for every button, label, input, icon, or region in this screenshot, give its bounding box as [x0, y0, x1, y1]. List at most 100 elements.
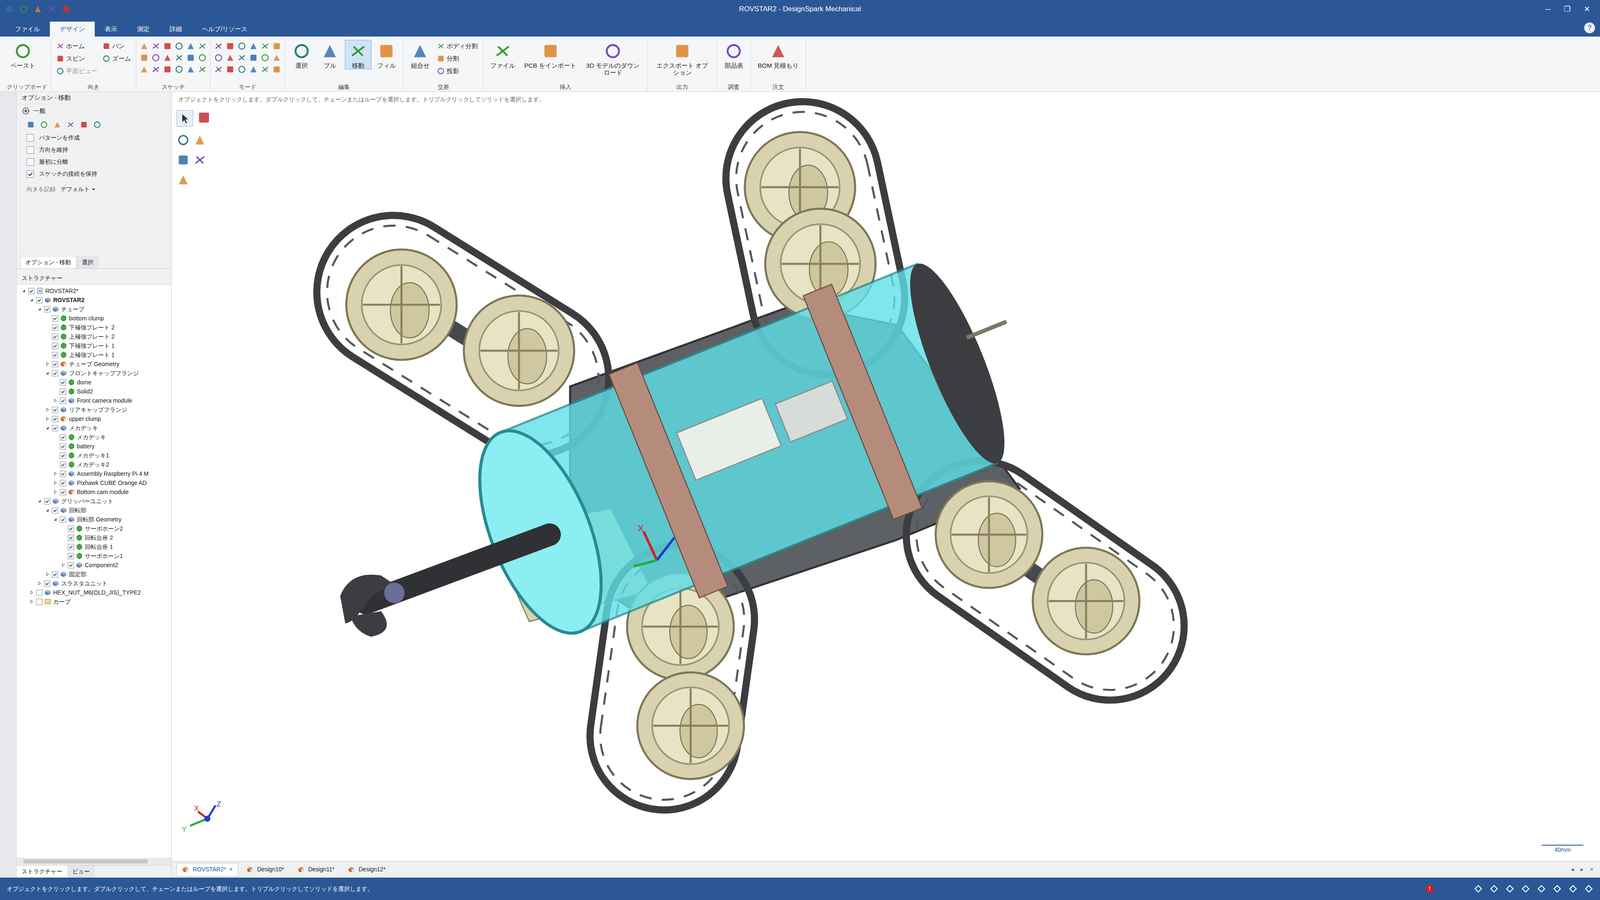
ribbon-small-tool[interactable]: パン [100, 39, 133, 53]
tree-item[interactable]: 下補強プレート 1 [16, 341, 172, 351]
tree-item[interactable]: チューブ [16, 304, 172, 314]
tree-item[interactable]: メカデッキ2 [16, 459, 172, 470]
tree-item[interactable]: ROVSTAR2 [16, 295, 172, 305]
collapsed-icon[interactable] [53, 471, 58, 476]
tree-item[interactable]: Assembly Raspberry Pi 4 M [16, 469, 172, 479]
checkbox[interactable] [59, 461, 67, 468]
tree-item[interactable]: 回転部 Geometry [16, 514, 172, 524]
expanded-icon[interactable] [29, 297, 34, 303]
tree-item[interactable]: サーボホーン2 [16, 523, 172, 534]
checkbox[interactable] [67, 562, 74, 569]
tree-item[interactable]: 回転部 [16, 505, 172, 515]
status-tool-icon[interactable] [1584, 884, 1594, 894]
expanded-icon[interactable] [21, 288, 26, 293]
tree-item[interactable]: Pixhawk CUBE Orange AD [16, 478, 172, 488]
checkbox[interactable] [51, 415, 59, 423]
tree-item[interactable]: グリッパーユニット [16, 496, 172, 506]
ribbon-tool[interactable]: PCB をインポート [520, 39, 581, 70]
checkbox[interactable] [51, 324, 59, 331]
checkbox[interactable] [59, 452, 67, 459]
expanded-icon[interactable] [45, 425, 50, 431]
checkbox[interactable] [36, 297, 43, 304]
checkbox[interactable] [59, 443, 67, 450]
collapsed-icon[interactable] [45, 407, 50, 412]
ribbon-tool[interactable]: 移動 [344, 39, 372, 70]
option-checkbox[interactable]: 方向を維持 [26, 145, 162, 155]
ribbon-tool[interactable]: 組合せ [406, 39, 434, 70]
menu-tab[interactable]: デザイン [49, 21, 95, 37]
checkbox[interactable] [59, 516, 67, 523]
checkbox[interactable] [51, 507, 59, 514]
bottom-tab[interactable]: ビュー [67, 865, 95, 878]
checkbox[interactable] [51, 406, 59, 413]
tree-item[interactable]: スラスタユニット [16, 578, 172, 588]
tree-item[interactable]: ROVSTAR2* [16, 286, 172, 296]
menu-tab[interactable]: ファイル [4, 21, 50, 37]
document-tab[interactable]: ROVSTAR2*× [176, 862, 239, 877]
checkbox[interactable] [59, 388, 67, 395]
ribbon-tool[interactable]: ファイル [486, 39, 519, 70]
tab-nav-button[interactable]: × [1588, 865, 1596, 874]
checkbox[interactable] [26, 146, 35, 154]
checkbox[interactable] [36, 589, 43, 596]
checkbox[interactable] [51, 370, 59, 377]
ribbon-tool[interactable]: ペースト [6, 39, 40, 70]
ribbon-small-tool[interactable]: ホーム [54, 39, 99, 53]
collapsed-icon[interactable] [45, 416, 50, 421]
checkbox[interactable] [59, 379, 67, 386]
tree-item[interactable]: 下補強プレート 2 [16, 322, 172, 332]
tree-item[interactable]: 回転台座 2 [16, 533, 172, 543]
tab-nav-button[interactable]: ◂ [1569, 865, 1576, 874]
panel-tab[interactable]: 選択 [76, 255, 99, 269]
tree-item[interactable]: サーボホーン1 [16, 551, 172, 561]
ribbon-small-tool[interactable]: ボディ分割 [435, 39, 480, 53]
model-viewport[interactable]: XZXY [171, 91, 1600, 861]
tree-item[interactable]: 回転台座 1 [16, 542, 172, 552]
document-tab[interactable]: Design10* [241, 862, 290, 877]
tree-item[interactable]: dome [16, 377, 172, 387]
tree-item[interactable]: カーブ [16, 597, 172, 607]
option-checkbox[interactable]: パターンを作成 [26, 133, 162, 143]
checkbox[interactable] [26, 134, 35, 142]
checkbox[interactable] [59, 489, 67, 496]
status-tool-icon[interactable] [1521, 884, 1531, 894]
ribbon-tool[interactable]: フィル [373, 39, 400, 70]
checkbox[interactable] [44, 580, 51, 587]
expanded-icon[interactable] [37, 498, 42, 504]
ribbon-tool[interactable]: 3D モデルのダウンロード [581, 39, 644, 77]
checkbox[interactable] [51, 425, 59, 432]
design-canvas[interactable]: XZXYオブジェクトをクリックします。ダブルクリックして、チェーンまたはループを… [171, 91, 1600, 861]
collapsed-icon[interactable] [61, 562, 66, 568]
ribbon-tool[interactable]: BOM 見積もり [754, 39, 803, 70]
tree-item[interactable]: 上補強プレート 1 [16, 350, 172, 360]
window-control[interactable]: ─ [1545, 3, 1551, 15]
status-tool-icon[interactable] [1568, 884, 1578, 894]
checkbox[interactable] [28, 287, 35, 295]
status-tool-icon[interactable] [1473, 884, 1483, 894]
ribbon-small-tool[interactable]: 平面ビュー [54, 64, 99, 78]
tree-item[interactable]: フロントキャップフランジ [16, 368, 172, 378]
expanded-icon[interactable] [45, 371, 50, 376]
tree-item[interactable]: メカデッキ [16, 423, 172, 433]
error-badge[interactable]: ! [1425, 884, 1434, 893]
tree-item[interactable]: Component2 [16, 560, 172, 570]
checkbox[interactable] [67, 534, 74, 541]
ribbon-small-tool[interactable]: 投影 [435, 64, 480, 78]
tree-item[interactable]: upper clump [16, 414, 172, 424]
tree-item[interactable]: メカデッキ [16, 432, 172, 442]
horizontal-scrollbar[interactable] [16, 857, 172, 866]
menu-tab[interactable]: ヘルプ/リソース [191, 21, 258, 37]
checkbox[interactable] [51, 342, 59, 350]
tree-item[interactable]: 固定部 [16, 569, 172, 579]
tree-item[interactable]: Front camera module [16, 395, 172, 406]
ribbon-tool[interactable]: エクスポート オプション [651, 39, 714, 77]
menu-tab[interactable]: 表示 [94, 21, 128, 37]
checkbox[interactable] [51, 333, 59, 340]
tree-item[interactable]: Bottom cam module [16, 487, 172, 497]
collapsed-icon[interactable] [29, 590, 34, 595]
checkbox[interactable] [59, 470, 67, 477]
checkbox[interactable] [26, 158, 35, 166]
ribbon-small-tool[interactable]: 分割 [435, 52, 480, 65]
checkbox[interactable] [59, 479, 67, 487]
collapsed-icon[interactable] [53, 480, 58, 485]
